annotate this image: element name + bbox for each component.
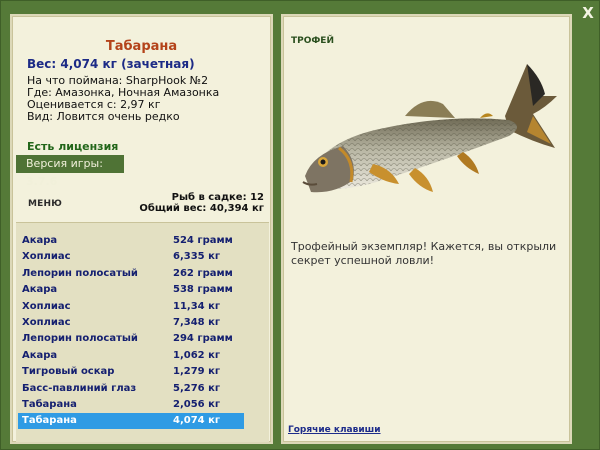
catch-row[interactable]: Тигровый оскар 1,279 кг [18,364,244,380]
catch-fish-name: Хоплиас [22,251,71,263]
catch-fish-weight: 5,276 кг [173,382,221,394]
catch-fish-name: Табарана [22,399,77,410]
license-status: Есть лицензия [27,140,119,153]
catch-fish-weight: 1,279 кг [173,366,221,378]
catch-list: Акара 524 грамм Хоплиас 6,335 кг Лепорин пол… [16,222,269,442]
catch-fish-name: Хоплиас [22,300,71,312]
catch-fish-name: Тигровый оскар [22,366,115,378]
catch-fish-name: Басс-павлиний глаз [22,382,137,394]
catch-fish-weight: 1,062 кг [173,349,221,361]
catch-fish-name: Табарана [22,415,77,427]
catch-row[interactable]: Хоплиас 7,348 кг [18,315,244,331]
trophy-title: ТРОФЕЙ [291,36,334,46]
catch-row[interactable]: Хоплиас 6,335 кг [18,249,244,265]
catch-fish-name: Хоплиас [22,317,71,328]
catch-row[interactable]: Акара 524 грамм [18,233,244,249]
catch-row[interactable]: Басс-павлиний глаз 5,276 кг [18,381,244,397]
version-badge: Версия игры: 3.7.6 [16,155,124,188]
version-label: Версия игры: [26,157,103,170]
catch-fish-weight: 11,34 кг [173,300,221,312]
fish-info-panel: Табарана Вес: 4,074 кг (зачетная) На что… [10,14,273,444]
catch-fish-weight: 4,074 кг [173,415,221,427]
catch-row[interactable]: Акара 538 грамм [18,282,244,298]
catch-fish-weight: 2,056 кг [173,399,221,410]
catch-fish-weight: 6,335 кг [173,251,221,263]
catch-row[interactable]: Хоплиас 11,34 кг [18,299,244,315]
game-window: X Табарана Вес: 4,074 кг (зачетная) На ч… [0,0,600,450]
trophy-message: Трофейный экземпляр! Кажется, вы открыли… [291,240,557,267]
trophy-panel: ТРОФЕЙ Трофейный экземпляр! Кажется, вы … [281,14,572,444]
catch-row[interactable]: Табарана 4,074 кг [18,413,244,430]
catch-fish-weight: 524 грамм [173,235,233,246]
catch-fish-name: Лепорин полосатый [22,267,138,279]
menu-button[interactable]: МЕНЮ [28,199,62,209]
catch-row[interactable]: Лепорин полосатый 294 грамм [18,331,244,347]
catch-fish-name: Акара [22,349,58,361]
fish-illustration [302,64,557,193]
catch-fish-weight: 7,348 кг [173,317,221,328]
version-value: 3.7.6 [26,175,58,188]
fish-rarity: Вид: Ловится очень редко [27,110,180,123]
catch-fish-weight: 262 грамм [173,267,233,279]
fish-name-title: Табарана [105,39,178,54]
catch-fish-name: Лепорин полосатый [22,333,138,345]
cage-total-weight: Общий вес: 40,394 кг [139,203,264,214]
catch-fish-name: Акара [22,235,58,246]
catch-fish-weight: 538 грамм [173,284,233,296]
catch-row[interactable]: Акара 1,062 кг [18,348,244,364]
catch-row[interactable]: Табарана 2,056 кг [18,397,244,413]
catch-fish-name: Акара [22,284,58,296]
close-button[interactable]: X [579,4,597,22]
catch-row[interactable]: Лепорин полосатый 262 грамм [18,266,244,282]
hotkeys-link[interactable]: Горячие клавиши [288,425,381,435]
fish-weight: Вес: 4,074 кг (зачетная) [27,57,195,71]
catch-fish-weight: 294 грамм [173,333,233,345]
cage-fish-count: Рыб в садке: 12 [171,192,264,203]
